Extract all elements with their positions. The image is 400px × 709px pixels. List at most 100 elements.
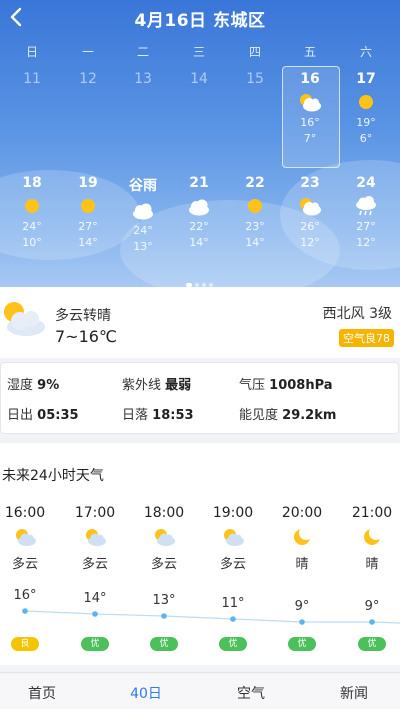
calendar-day[interactable]: 22 23° 14° — [229, 175, 281, 251]
condition-text: 多云转晴 — [55, 308, 111, 324]
sunset-value: 18:53 — [152, 408, 194, 423]
temp-point — [299, 619, 305, 625]
day-low-temp: 6° — [359, 132, 373, 145]
day-number: 12 — [79, 71, 97, 87]
weekday-label: 六 — [359, 45, 372, 59]
day-high-temp: 24° — [133, 224, 153, 237]
hour-temp: 9° — [364, 599, 380, 614]
hour-temp: 9° — [294, 599, 310, 614]
hour-aqi-badge: 优 — [81, 637, 109, 651]
pressure-item: 气压 1008hPa — [239, 374, 333, 393]
hour-condition: 多云 — [219, 557, 246, 572]
hour-condition: 多云 — [81, 557, 108, 572]
page-title: 4月16日 东城区 — [134, 11, 266, 31]
sunny-icon — [25, 199, 39, 213]
calendar-day[interactable]: 15 — [229, 71, 281, 87]
hourly-item[interactable]: 19:00 多云 — [203, 505, 263, 572]
day-number: 21 — [189, 175, 209, 191]
day-high-temp: 19° — [356, 116, 376, 129]
day-number: 11 — [23, 71, 41, 87]
calendar-day[interactable]: 24 27° 12° — [340, 175, 392, 251]
day-number: 13 — [134, 71, 152, 87]
hour-aqi-badge: 优 — [288, 637, 316, 651]
cloudy-icon — [189, 199, 209, 216]
calendar-day[interactable]: 19 27° 14° — [62, 175, 114, 251]
day-high-temp: 22° — [189, 220, 209, 233]
calendar-day[interactable]: 23 26° 12° — [284, 175, 336, 251]
nav-air[interactable]: 空气 — [211, 683, 291, 703]
calendar-day[interactable]: 谷雨 24° 13° — [117, 175, 169, 255]
day-number: 22 — [245, 175, 265, 191]
hourly-item[interactable]: 17:00 多云 — [65, 505, 125, 572]
calendar-day[interactable]: 21 22° 14° — [173, 175, 225, 251]
day-low-temp: 7° — [303, 132, 317, 145]
temp-point — [230, 616, 236, 622]
day-number: 19 — [78, 175, 98, 191]
today-summary: 多云转晴 7~16℃ 西北风 3级 空气良78 — [0, 287, 400, 358]
visibility-label: 能见度 — [239, 408, 279, 423]
sunny-icon — [359, 95, 373, 109]
day-high-temp: 16° — [300, 116, 320, 129]
hour-condition: 晴 — [295, 557, 309, 572]
day-high-temp: 23° — [245, 220, 265, 233]
day-number: 14 — [190, 71, 208, 87]
day-low-temp: 14° — [245, 236, 265, 249]
day-high-temp: 24° — [22, 220, 42, 233]
day-number: 24 — [356, 175, 376, 191]
weekday-label: 四 — [248, 45, 261, 59]
calendar-day-selected[interactable]: 16 16° 7° — [284, 71, 336, 147]
sunset-item: 日落 18:53 — [122, 404, 194, 423]
sunny-icon — [248, 199, 262, 213]
visibility-value: 29.2km — [282, 408, 337, 423]
hourly-item[interactable]: 21:00 晴 — [342, 505, 400, 572]
sunset-label: 日落 — [122, 408, 149, 423]
day-low-temp: 12° — [356, 236, 376, 249]
weekday-label: 日 — [25, 45, 38, 59]
hourly-item[interactable]: 16:00 多云 — [0, 505, 55, 572]
aqi-badge[interactable]: 空气良78 — [339, 329, 394, 347]
partly-cloudy-icon — [86, 529, 106, 546]
hour-temp: 16° — [13, 588, 37, 603]
calendar-day[interactable]: 11 — [6, 71, 58, 87]
sunrise-item: 日出 05:35 — [7, 404, 79, 423]
nav-40day[interactable]: 40日 — [106, 683, 186, 703]
calendar-day[interactable]: 18 24° 10° — [6, 175, 58, 251]
nav-news[interactable]: 新闻 — [314, 683, 394, 703]
day-high-temp: 27° — [356, 220, 376, 233]
calendar-day[interactable]: 13 — [117, 71, 169, 87]
calendar-day[interactable]: 14 — [173, 71, 225, 87]
humidity-item: 湿度 9% — [7, 374, 59, 393]
partly-cloudy-icon — [4, 302, 45, 336]
hour-condition: 多云 — [11, 557, 38, 572]
weekday-label: 二 — [136, 45, 149, 59]
day-number: 18 — [22, 175, 42, 191]
temperature-curve — [22, 608, 400, 625]
uv-label: 紫外线 — [122, 378, 162, 393]
bottom-nav: 首页 40日 空气 新闻 — [0, 672, 400, 709]
hour-aqi-badge: 优 — [150, 637, 178, 651]
hour-time: 20:00 — [281, 505, 323, 521]
nav-home[interactable]: 首页 — [2, 683, 82, 703]
hourly-item[interactable]: 18:00 多云 — [134, 505, 194, 572]
temp-point — [369, 619, 375, 625]
hour-temp: 13° — [152, 593, 176, 608]
calendar-day[interactable]: 12 — [62, 71, 114, 87]
hour-temp: 11° — [221, 596, 245, 611]
day-number: 16 — [300, 71, 320, 87]
calendar-hero: 4月16日 东城区 日 一 二 三 四 五 六 11 12 13 14 15 1… — [0, 0, 400, 287]
partly-cloudy-icon — [16, 529, 36, 546]
calendar-day[interactable]: 17 19° 6° — [340, 71, 392, 147]
temperature-range: 7~16℃ — [55, 327, 117, 346]
day-low-temp: 14° — [189, 236, 209, 249]
day-low-temp: 12° — [300, 236, 320, 249]
temp-point — [22, 608, 28, 614]
day-low-temp: 13° — [133, 240, 153, 253]
hour-aqi-badge: 优 — [358, 637, 386, 651]
hourly-item[interactable]: 20:00 晴 — [272, 505, 332, 572]
hour-aqi-badge: 优 — [219, 637, 247, 651]
hour-time: 18:00 — [143, 505, 185, 521]
hour-condition: 多云 — [150, 557, 177, 572]
day-high-temp: 26° — [300, 220, 320, 233]
humidity-value: 9% — [37, 378, 60, 393]
day-number: 15 — [246, 71, 264, 87]
